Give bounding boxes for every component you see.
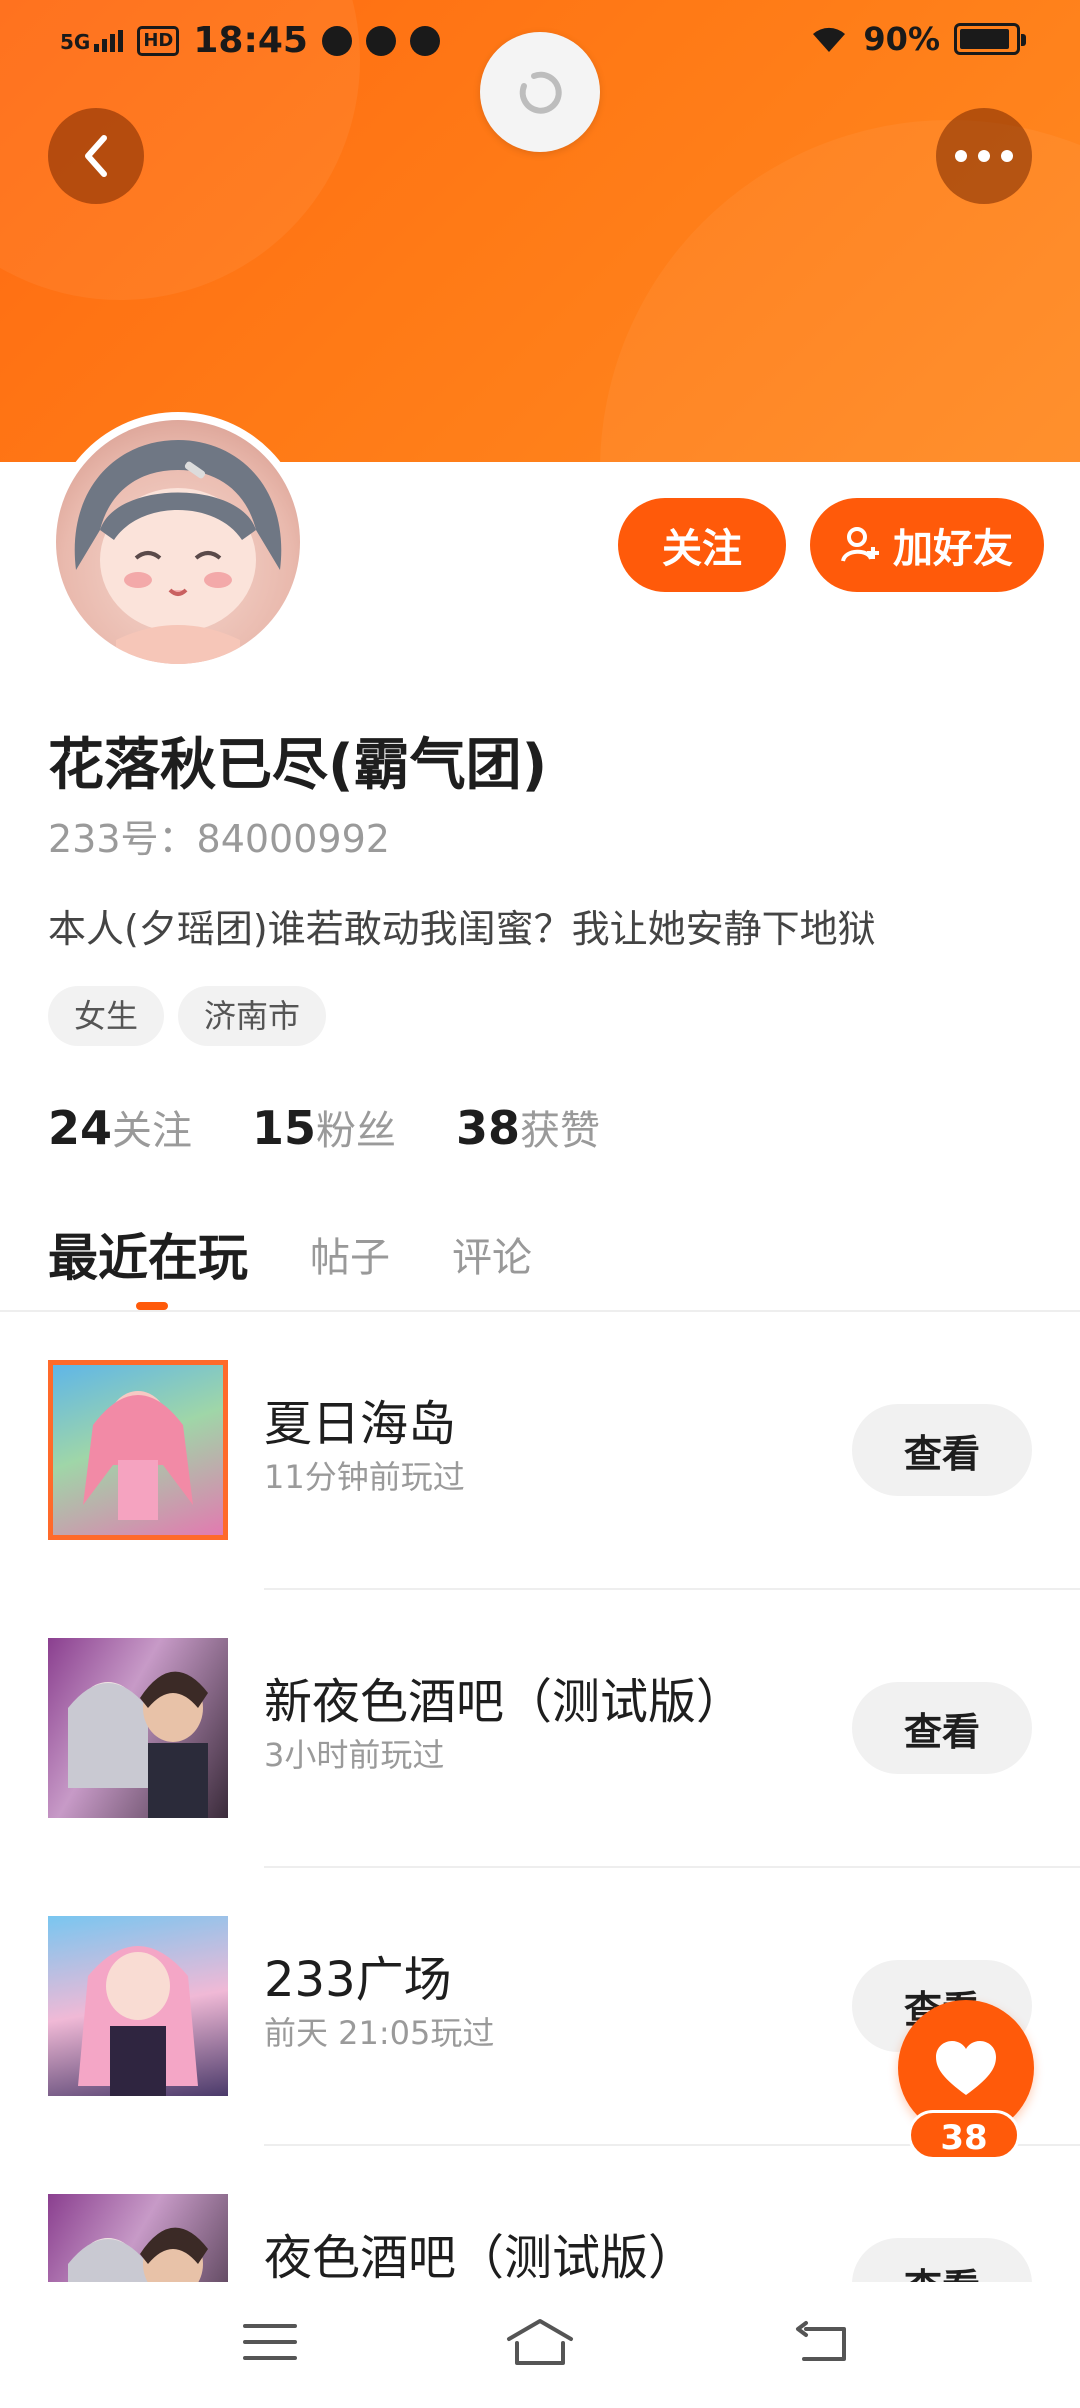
profile-name: 花落秋已尽(霸气团)	[48, 733, 548, 798]
notification-app-icon	[321, 25, 352, 56]
list-item[interactable]: 新夜色酒吧（测试版） 3小时前玩过 查看	[0, 1590, 1080, 1868]
signal-bars-icon	[94, 29, 124, 52]
battery-percent: 90%	[863, 20, 940, 58]
stat-fans[interactable]: 15粉丝	[252, 1098, 396, 1156]
notification-app-icon	[409, 25, 440, 56]
tag-gender: 女生	[48, 986, 165, 1046]
signal-indicator: 5G	[60, 29, 124, 52]
wifi-icon	[813, 27, 846, 52]
menu-button[interactable]	[230, 2312, 310, 2372]
follow-button-label: 关注	[662, 526, 742, 572]
stat-following[interactable]: 24关注	[48, 1098, 192, 1156]
status-time: 18:45	[193, 20, 308, 61]
home-button[interactable]	[500, 2312, 580, 2372]
profile-uid: 233号：84000992	[48, 817, 390, 861]
profile-bio: 本人(夕瑶团)谁若敢动我闺蜜？我让她安静下地狱	[48, 907, 876, 951]
view-button[interactable]: 查看	[852, 1682, 1032, 1774]
tab-recent-playing[interactable]: 最近在玩	[48, 1218, 248, 1310]
view-button[interactable]: 查看	[852, 2238, 1032, 2282]
game-thumbnail	[48, 1360, 228, 1540]
active-tab-indicator	[136, 1302, 168, 1310]
hd-badge: HD	[137, 25, 180, 56]
profile-tags: 女生 济南市	[48, 986, 327, 1046]
profile-stats: 24关注 15粉丝 38获赞	[48, 1098, 600, 1156]
chevron-left-icon	[85, 135, 107, 177]
tab-comments[interactable]: 评论	[452, 1225, 532, 1283]
wechat-icon	[365, 25, 396, 56]
game-title: 新夜色酒吧（测试版）	[264, 1674, 745, 1730]
heart-icon	[936, 2041, 996, 2095]
add-user-icon	[841, 527, 879, 562]
game-played-time: 11分钟前玩过	[264, 1458, 465, 1496]
game-title: 夜色酒吧（测试版）	[264, 2230, 697, 2282]
list-item[interactable]: 夏日海岛 11分钟前玩过 查看	[0, 1312, 1080, 1590]
refresh-button[interactable]	[480, 32, 600, 152]
profile-tabs: 最近在玩 帖子 评论	[48, 1218, 532, 1310]
like-count-badge: 38	[908, 2110, 1020, 2160]
stat-likes: 38获赞	[456, 1101, 601, 1155]
game-played-time: 3小时前玩过	[264, 1736, 445, 1774]
tag-city: 济南市	[178, 986, 327, 1046]
home-icon	[507, 2319, 573, 2365]
battery-icon	[954, 23, 1026, 55]
add-friend-button[interactable]: 加好友	[810, 498, 1044, 592]
return-icon	[796, 2321, 846, 2361]
view-button[interactable]: 查看	[852, 1404, 1032, 1496]
menu-icon	[243, 2324, 297, 2360]
game-thumbnail	[48, 1916, 228, 2096]
game-title: 233广场	[264, 1952, 452, 2008]
more-button[interactable]	[936, 108, 1032, 204]
system-nav-bar	[0, 2282, 1080, 2408]
game-thumbnail	[48, 1638, 228, 1818]
tab-posts[interactable]: 帖子	[310, 1225, 390, 1283]
list-item[interactable]: 夜色酒吧（测试版） 查看	[0, 2146, 1080, 2282]
add-friend-button-label: 加好友	[893, 526, 1013, 572]
game-played-time: 前天 21:05玩过	[264, 2014, 495, 2052]
back-button[interactable]	[48, 108, 144, 204]
follow-button[interactable]: 关注	[618, 498, 786, 592]
avatar[interactable]	[48, 412, 308, 672]
back-nav-button[interactable]	[782, 2312, 862, 2372]
refresh-icon	[519, 71, 562, 114]
more-dots-icon	[955, 150, 1013, 162]
avatar-image	[56, 420, 300, 664]
game-thumbnail	[48, 2194, 228, 2282]
game-title: 夏日海岛	[264, 1396, 457, 1452]
